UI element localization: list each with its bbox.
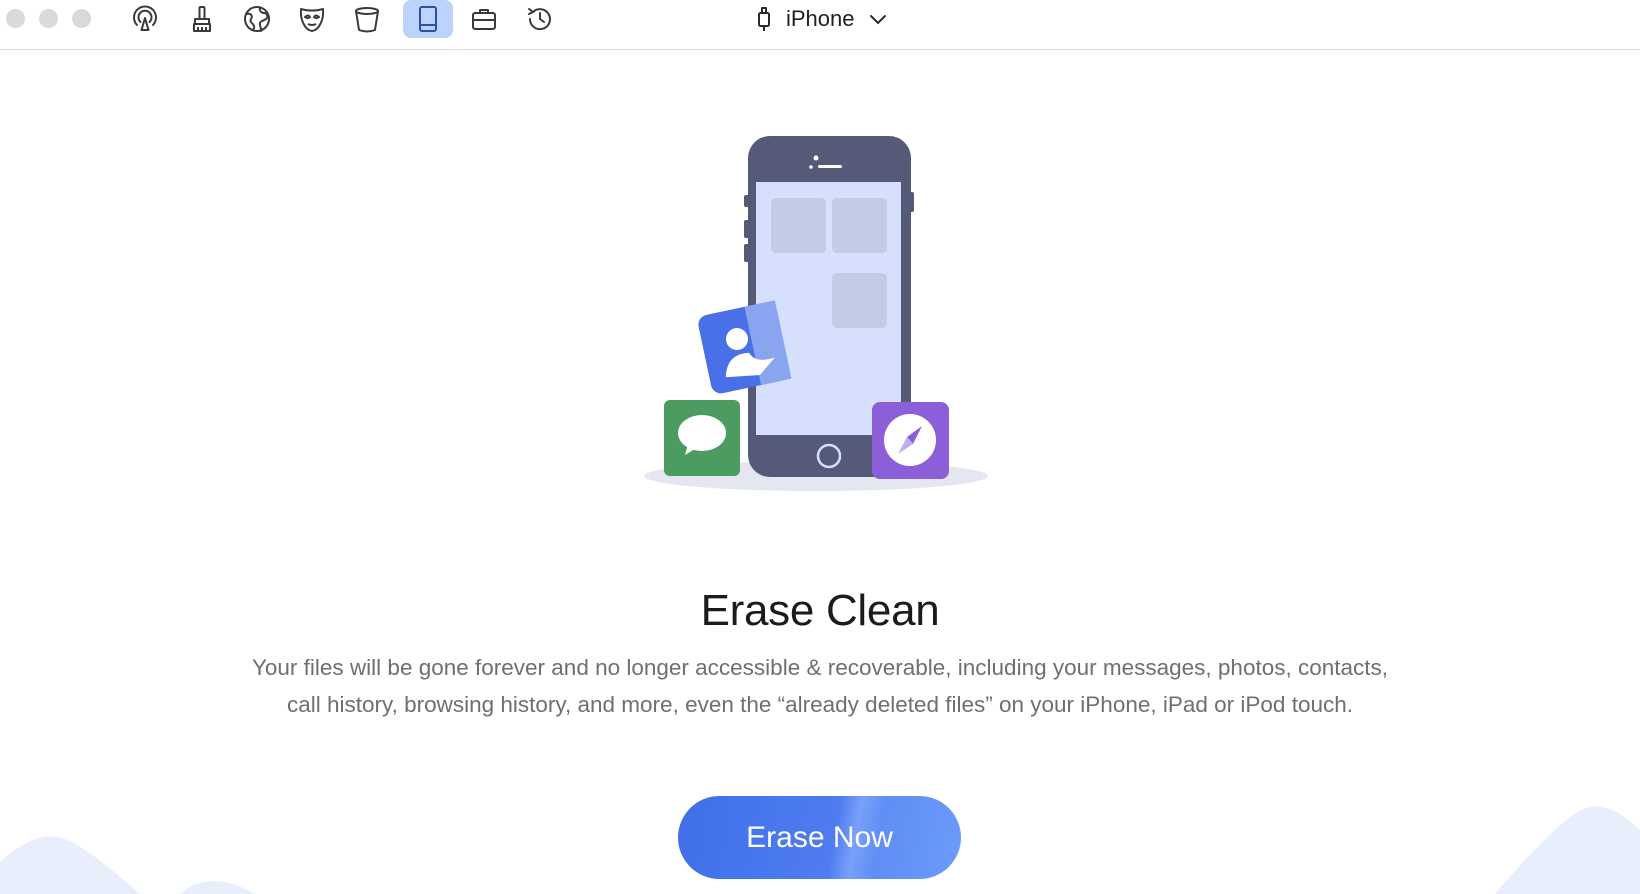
close-window-button[interactable]	[6, 9, 25, 28]
privacy-tool-button[interactable]	[287, 0, 337, 38]
internet-tool-button[interactable]	[232, 0, 282, 38]
cable-connector-icon	[758, 7, 770, 31]
history-clock-icon	[528, 8, 551, 31]
chevron-down-icon	[869, 15, 886, 25]
device-name: iPhone	[786, 6, 855, 31]
zoom-window-button[interactable]	[72, 9, 91, 28]
airdrop-icon	[133, 5, 157, 31]
cleanup-brush-icon	[193, 6, 211, 32]
erase-description: Your files will be gone forever and no l…	[251, 655, 1389, 717]
toolbar: iPhone	[0, 0, 1640, 50]
trash-tool-button[interactable]	[342, 0, 392, 38]
cleanup-tool-button[interactable]	[177, 0, 227, 38]
device-selector[interactable]: iPhone	[756, 4, 887, 34]
toolbox-briefcase-icon	[472, 9, 496, 30]
device-tool-button[interactable]	[403, 0, 453, 38]
erase-illustration	[644, 136, 988, 491]
page-title: Erase Clean	[700, 586, 940, 635]
contacts-app-icon	[698, 300, 792, 394]
toolbox-tool-button[interactable]	[459, 0, 509, 38]
history-tool-button[interactable]	[515, 0, 565, 38]
privacy-mask-icon	[299, 8, 325, 32]
trash-bin-icon	[355, 7, 379, 33]
internet-globe-icon	[244, 6, 270, 32]
airdrop-tool-button[interactable]	[120, 0, 170, 38]
erase-now-button[interactable]: Erase Now	[678, 796, 961, 879]
minimize-window-button[interactable]	[39, 9, 58, 28]
device-tablet-icon	[419, 6, 437, 32]
